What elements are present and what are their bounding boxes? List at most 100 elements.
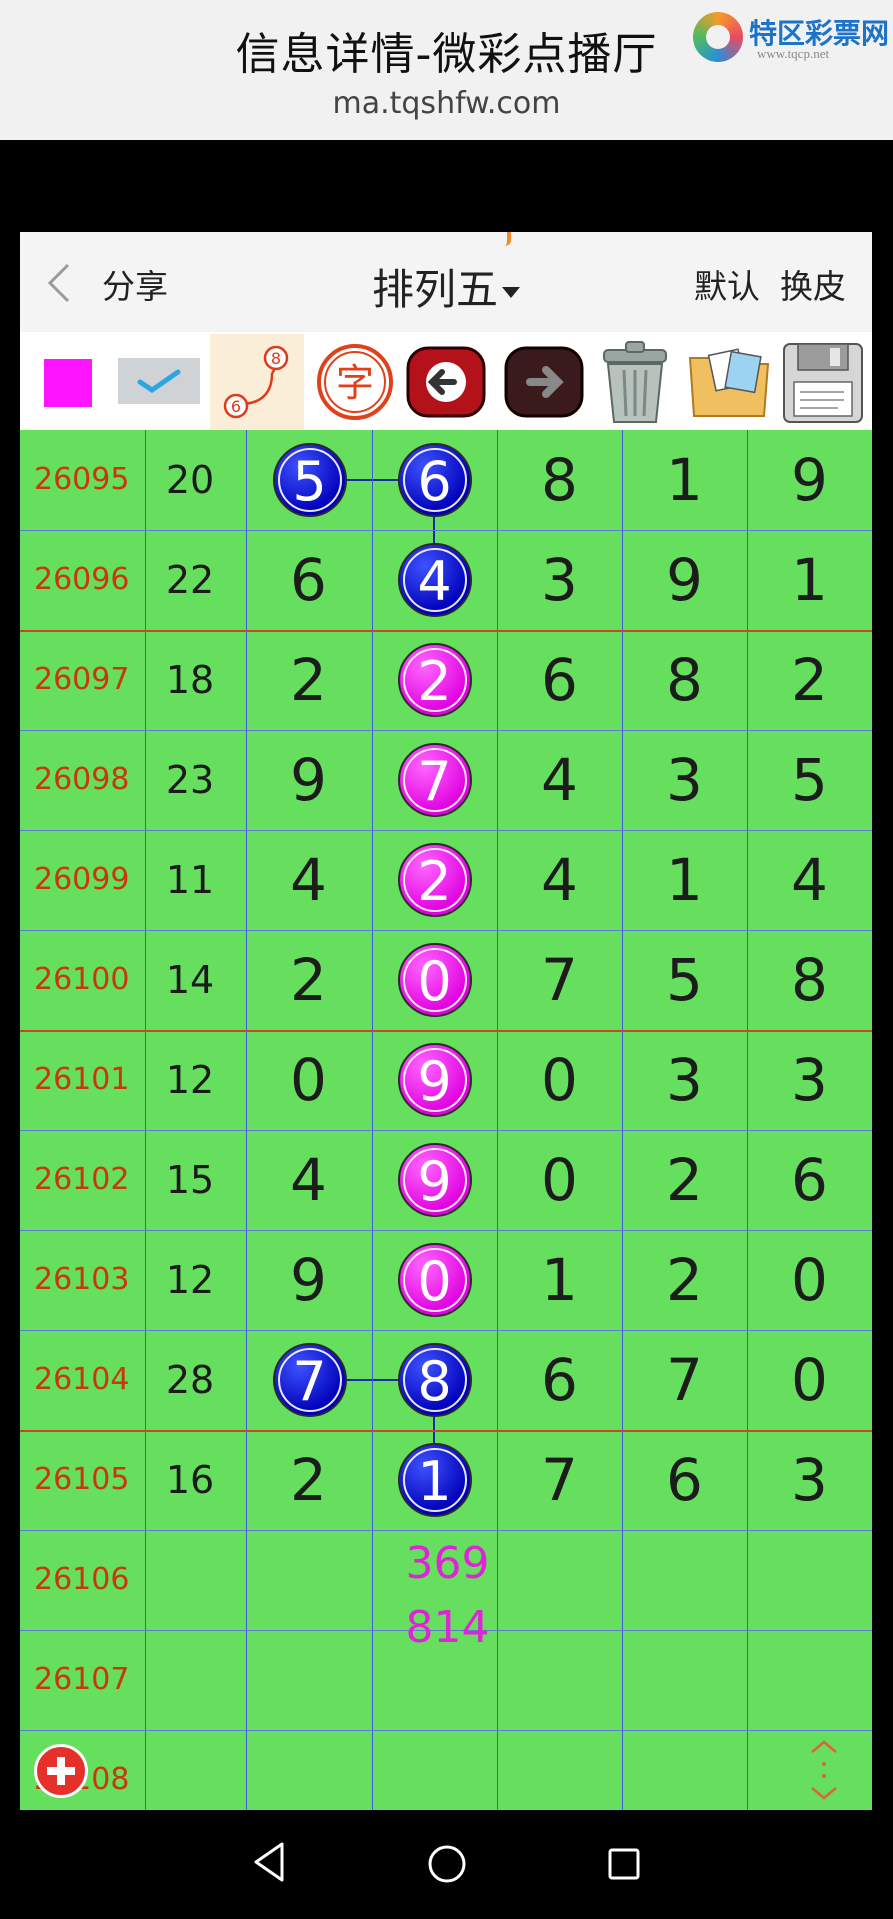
digit-cell[interactable]: 7 [497,1430,622,1530]
digit-cell[interactable]: 4 [497,830,622,930]
table-row[interactable]: 26095 20 5 6 8 1 9 [20,430,872,530]
digit-cell[interactable]: 8 [747,930,872,1030]
digit-cell[interactable]: 3 [622,1030,747,1130]
digit-cell[interactable]: 5 [747,730,872,830]
digit-cell[interactable]: 8 [497,430,622,530]
digit-cell[interactable]: 1 [747,530,872,630]
left-arrow-icon [406,346,486,418]
route-icon-number-bottom: 6 [231,397,241,416]
digit-cell[interactable]: 3 [622,730,747,830]
table-row[interactable]: 26096 22 6 4 3 9 1 [20,530,872,630]
pink-ball[interactable]: 9 [397,1043,472,1117]
logo-url: www.tqcp.net [757,46,830,61]
pink-ball[interactable]: 9 [397,1143,472,1217]
digit-cell[interactable]: 7 [497,930,622,1030]
table-row[interactable]: 26104 28 7 8 6 7 0 [20,1330,872,1430]
digit-cell[interactable]: 2 [246,630,371,730]
digit-cell[interactable]: 6 [622,1430,747,1530]
pink-ball[interactable]: 2 [397,643,472,717]
pink-ball[interactable]: 2 [397,843,472,917]
add-button-icon[interactable] [34,1744,88,1798]
digit-cell[interactable]: 4 [246,830,371,930]
table-row[interactable]: 26103 12 9 0 1 2 0 [20,1230,872,1330]
digit-cell[interactable]: 0 [747,1330,872,1430]
table-row[interactable]: 26102 15 4 9 0 2 6 [20,1130,872,1230]
digit-cell[interactable]: 1 [622,830,747,930]
digit-cell[interactable]: 1 [497,1230,622,1330]
pink-ball[interactable]: 7 [397,743,472,817]
blue-ball[interactable]: 4 [397,543,472,617]
site-url[interactable]: ma.tqshfw.com [0,86,893,121]
digit-cell[interactable]: 4 [246,1130,371,1230]
digit-cell[interactable]: 9 [747,430,872,530]
pink-ball[interactable]: 0 [397,1243,472,1317]
digit-cell[interactable]: 0 [497,1030,622,1130]
digit-cell[interactable]: 1 [622,430,747,530]
blue-ball[interactable]: 5 [272,443,347,517]
pink-ball[interactable]: 0 [397,943,472,1017]
digit-cell[interactable]: 6 [246,530,371,630]
connect-line-button[interactable]: 8 6 [210,334,304,430]
pink-square-icon [44,359,92,407]
blue-ball[interactable]: 7 [272,1343,347,1417]
nav-home-icon[interactable] [425,1842,469,1886]
share-button[interactable]: 分享 [102,260,168,308]
blue-ball[interactable]: 8 [397,1343,472,1417]
top-banner: 信息详情-微彩点播厅 ma.tqshfw.com 特区彩票网 www.tqcp.… [0,0,893,140]
digit-cell[interactable]: 0 [747,1230,872,1330]
back-chevron-icon[interactable] [44,262,74,304]
lottery-type-dropdown[interactable]: 排列五 [372,256,520,317]
digit-cell[interactable]: 2 [246,1430,371,1530]
digit-cell[interactable]: 9 [246,1230,371,1330]
digit-cell[interactable]: 9 [622,530,747,630]
digit-cell[interactable]: 2 [246,930,371,1030]
issue-number: 26097 [34,662,130,697]
digit-cell[interactable]: 9 [246,730,371,830]
digit-cell[interactable]: 0 [246,1030,371,1130]
digit-cell[interactable]: 2 [747,630,872,730]
table-row[interactable]: 26098 23 9 7 4 3 5 [20,730,872,830]
table-row[interactable]: 26101 12 0 9 0 3 3 [20,1030,872,1130]
pink-color-button[interactable] [44,334,94,430]
digit-cell[interactable]: 6 [497,630,622,730]
nav-back-icon[interactable] [250,1840,290,1884]
digit-sum: 28 [165,1358,215,1402]
table-row[interactable]: 26097 18 2 2 6 8 2 [20,630,872,730]
digit-cell[interactable]: 8 [622,630,747,730]
digit-cell[interactable]: 6 [497,1330,622,1430]
table-row[interactable]: 26100 14 2 0 7 5 8 [20,930,872,1030]
table-row[interactable]: 26108 [20,1730,872,1810]
nav-recents-icon[interactable] [604,1844,644,1884]
issue-number: 26100 [34,962,130,997]
redo-button[interactable] [502,334,586,430]
change-skin-button[interactable]: 换皮 [780,260,846,308]
table-row[interactable]: 26105 16 2 1 7 6 3 [20,1430,872,1530]
gallery-button[interactable] [684,334,774,430]
check-button[interactable] [118,334,202,430]
digit-cell[interactable]: 3 [747,1430,872,1530]
blue-ball[interactable]: 6 [397,443,472,517]
digit-cell[interactable]: 4 [497,730,622,830]
issue-number: 26101 [34,1062,130,1097]
logo-swirl-icon [693,12,743,62]
digit-cell[interactable]: 4 [747,830,872,930]
blue-ball[interactable]: 1 [397,1443,472,1517]
digit-cell[interactable]: 2 [622,1230,747,1330]
digit-cell[interactable]: 5 [622,930,747,1030]
digit-cell[interactable]: 7 [622,1330,747,1430]
digit-cell[interactable]: 0 [497,1130,622,1230]
toolbar: 8 6 字 [20,334,872,430]
table-row[interactable]: 26099 11 4 2 4 1 4 [20,830,872,930]
default-button[interactable]: 默认 [694,260,760,308]
digit-cell[interactable]: 3 [747,1030,872,1130]
digit-cell[interactable]: 3 [497,530,622,630]
text-mode-button[interactable]: 字 [310,334,400,430]
scroll-updown-icon[interactable] [806,1738,842,1802]
digit-cell[interactable]: 2 [622,1130,747,1230]
right-arrow-icon [504,346,584,418]
clear-button[interactable] [590,334,680,430]
digit-cell[interactable]: 6 [747,1130,872,1230]
save-button[interactable] [778,334,868,430]
lottery-type-label: 排列五 [371,265,498,314]
undo-button[interactable] [404,334,488,430]
